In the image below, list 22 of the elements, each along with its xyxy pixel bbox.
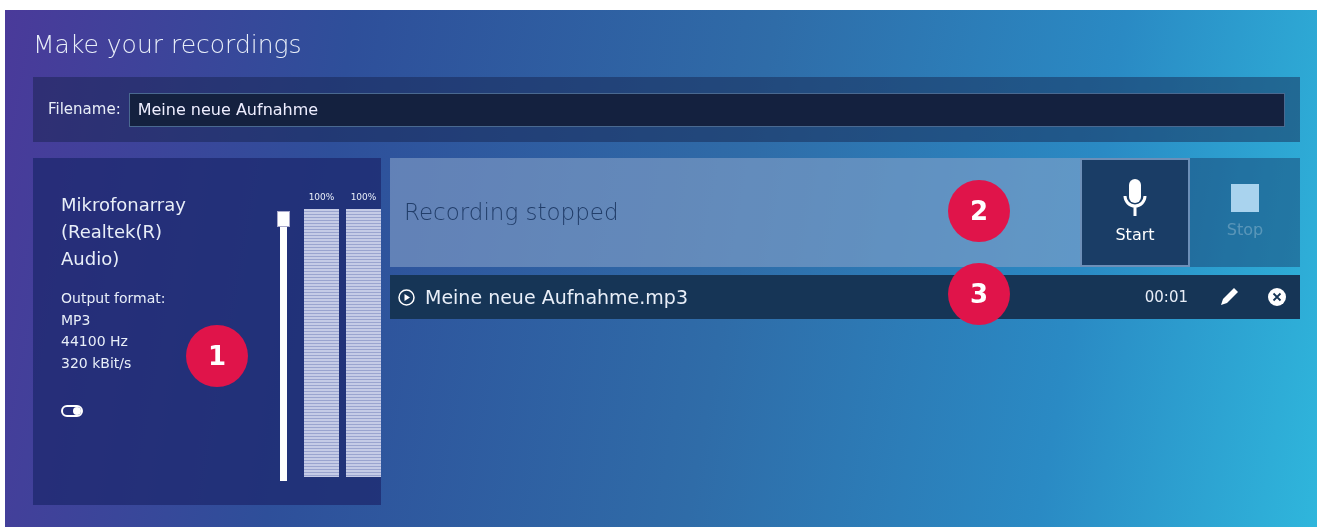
toggle-switch[interactable] xyxy=(61,404,83,417)
pencil-icon[interactable] xyxy=(1218,286,1240,308)
meter-reading: 100% xyxy=(308,191,335,204)
callout-marker: 3 xyxy=(948,263,1010,325)
device-name: Mikrofonarray (Realtek(R) Audio) xyxy=(61,193,187,271)
format-text: 320 kBit/s xyxy=(61,354,132,374)
play-icon[interactable] xyxy=(398,288,415,306)
volume-slider[interactable] xyxy=(277,211,291,481)
microphone-icon xyxy=(1123,178,1147,217)
format-text: MP3 xyxy=(61,310,91,330)
window-title: Make your recordings xyxy=(33,30,303,60)
callout-marker: 2 xyxy=(948,180,1010,242)
stop-icon xyxy=(1231,183,1259,212)
start-button[interactable]: Start xyxy=(1080,158,1190,267)
recording-name: Meine neue Aufnahme.mp3 xyxy=(425,284,688,310)
format-text: Output format: xyxy=(61,289,166,308)
format-text: 44100 Hz xyxy=(61,332,128,352)
meter-reading: 100% xyxy=(350,191,377,204)
recording-duration: 00:01 xyxy=(1144,286,1188,308)
filename-label: Filename: xyxy=(48,99,121,121)
delete-icon[interactable] xyxy=(1268,288,1286,306)
filename-field[interactable]: Meine neue Aufnahme xyxy=(128,92,1285,127)
